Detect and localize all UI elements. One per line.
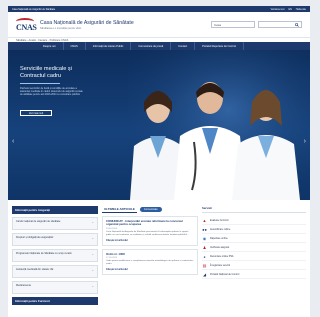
article-read-more-link[interactable]: Citește tot articolul (106, 268, 194, 271)
topbar-link-language[interactable]: EN (288, 8, 291, 11)
tab-latest-articles[interactable]: ULTIMELE ARTICOLE (102, 206, 137, 213)
article-read-more-link[interactable]: Citește tot articolul (106, 239, 194, 242)
logo-mark: CNAS (16, 17, 37, 33)
article-title[interactable]: COMUNICAT - Interpretări eronate referit… (106, 219, 194, 227)
sidebar-item-eu-care[interactable]: Asistență medicală din statele UE ⌄ (12, 265, 98, 278)
service-link-control-portal[interactable]: ◢ Portalul Național de Control (202, 270, 306, 279)
article-card[interactable]: Ordin nr. 1008 17.04.2024 Ordin pentru m… (102, 248, 198, 276)
sidebar-item-medicines[interactable]: Medicamente ⌄ (12, 281, 98, 294)
page: Casa Națională de Asigurări de Sănătate … (8, 6, 310, 317)
users-icon: ●● (202, 226, 207, 232)
sidebar-item-health-programs[interactable]: Programele Naționale de Sănătate cu scop… (12, 249, 98, 262)
sidebar-item-rights[interactable]: Drepturi și obligații ale asiguraților ⌄ (12, 233, 98, 246)
carousel-next-icon[interactable]: › (304, 138, 306, 145)
service-link-online-auth[interactable]: ●● Autentificare online (202, 225, 306, 234)
service-link-psa-settlement[interactable]: ◕ Decontare online PSA (202, 252, 306, 261)
insured-info-header[interactable]: Informații pentru Asigurați (12, 206, 98, 214)
chevron-down-icon: ⌄ (91, 236, 94, 240)
insured-info-panel: Informații pentru Asigurați Cardul națio… (12, 206, 98, 316)
nav-item-about[interactable]: Despre noi (36, 42, 64, 50)
county-select[interactable]: Casa (211, 21, 255, 28)
hero-title: Serviciile medicale și Contractul cadru (20, 66, 72, 79)
hero-divider (20, 83, 60, 84)
nav-item-press[interactable]: Comunicare de presă (131, 42, 172, 50)
logo-subtitle: Sănătatea e o investiție pentru viitor (40, 26, 82, 30)
cnas-logo[interactable]: CNAS Casa Națională de Asigurări de Sănă… (16, 17, 134, 33)
chevron-down-icon: ⌄ (91, 252, 94, 256)
service-link-online-reporting[interactable]: ◉ Raportare online (202, 234, 306, 243)
service-link-insured-check[interactable]: ♟ Verificare asigurat (202, 243, 306, 252)
logo-abbr: CNAS (16, 22, 37, 32)
person-icon: ♟ (202, 244, 207, 250)
article-excerpt: Casa Națională de Asigurări de Sănătate … (106, 230, 189, 236)
document-icon: ▤ (202, 262, 207, 268)
logo-title: Casa Națională de Asigurări de Sănătate (40, 19, 134, 26)
chart-icon: ◕ (203, 253, 206, 259)
tab-press-releases[interactable]: Comunicate (139, 207, 162, 212)
nav-item-control-portal[interactable]: Portalul Raportare de Control (195, 42, 244, 50)
search-icon[interactable] (295, 22, 299, 27)
service-link-provider-evaluation[interactable]: ▲ Evaluare furnizori (202, 216, 306, 225)
services-header: Servicii (202, 206, 306, 213)
article-excerpt: Ordin pentru modificarea și completarea … (106, 260, 194, 266)
article-title[interactable]: Ordin nr. 1008 (106, 252, 194, 256)
hero-text: Pachetul serviciilor de bază și condiții… (20, 87, 83, 97)
hero-banner: Serviciile medicale și Contractul cadru … (8, 50, 310, 200)
topbar-link-sitemap[interactable]: Harta site (296, 8, 306, 11)
globe-icon: ◉ (202, 235, 207, 241)
service-link-registration[interactable]: ▤ Înregistrare servicii (202, 261, 306, 270)
topbar-links: Versiune text EN Harta site (271, 8, 306, 11)
article-date: 17.04.2024 (106, 257, 117, 260)
carousel-prev-icon[interactable]: ‹ (12, 138, 14, 145)
warning-triangle-icon: ▲ (202, 217, 207, 223)
main-nav: Despre noi CNAS Informații de interes Pu… (8, 42, 310, 50)
hero-read-more-button[interactable]: Vezi mai mult (20, 110, 52, 116)
topbar-site-name: Casa Națională de Asigurări de Sănătate (12, 7, 56, 11)
article-card[interactable]: COMUNICAT - Interpretări eronate referit… (102, 216, 198, 246)
articles-tabs: ULTIMELE ARTICOLE Comunicate (102, 206, 198, 213)
doctors-photo (128, 50, 310, 200)
header-search: Casa (211, 21, 302, 28)
nav-item-public-info[interactable]: Informații de interes Public (86, 42, 132, 50)
nav-item-cnas[interactable]: CNAS (64, 42, 86, 50)
chevron-down-icon: ⌄ (91, 268, 94, 272)
signal-icon: ◢ (202, 271, 207, 277)
nav-item-contact[interactable]: Contact (171, 42, 196, 50)
logo-text: Casa Națională de Asigurări de Sănătate … (40, 20, 134, 30)
provider-info-header[interactable]: Informații pentru Furnizori (12, 297, 98, 305)
chevron-down-icon: ⌄ (91, 284, 94, 288)
topbar-link-text-version[interactable]: Versiune text (271, 8, 285, 11)
site-header: CNAS Casa Națională de Asigurări de Sănă… (8, 12, 310, 37)
services-panel: Servicii ▲ Evaluare furnizori ●● Autenti… (202, 206, 306, 316)
search-input[interactable] (258, 21, 302, 28)
chevron-down-icon: ⌄ (91, 220, 94, 224)
article-date: 24.04.2024 (106, 227, 117, 230)
content-section: Informații pentru Asigurați Cardul națio… (8, 200, 310, 317)
articles-panel: ULTIMELE ARTICOLE Comunicate COMUNICAT -… (102, 206, 198, 316)
sidebar-item-health-card[interactable]: Cardul național de asigurări de sănătate… (12, 217, 98, 230)
